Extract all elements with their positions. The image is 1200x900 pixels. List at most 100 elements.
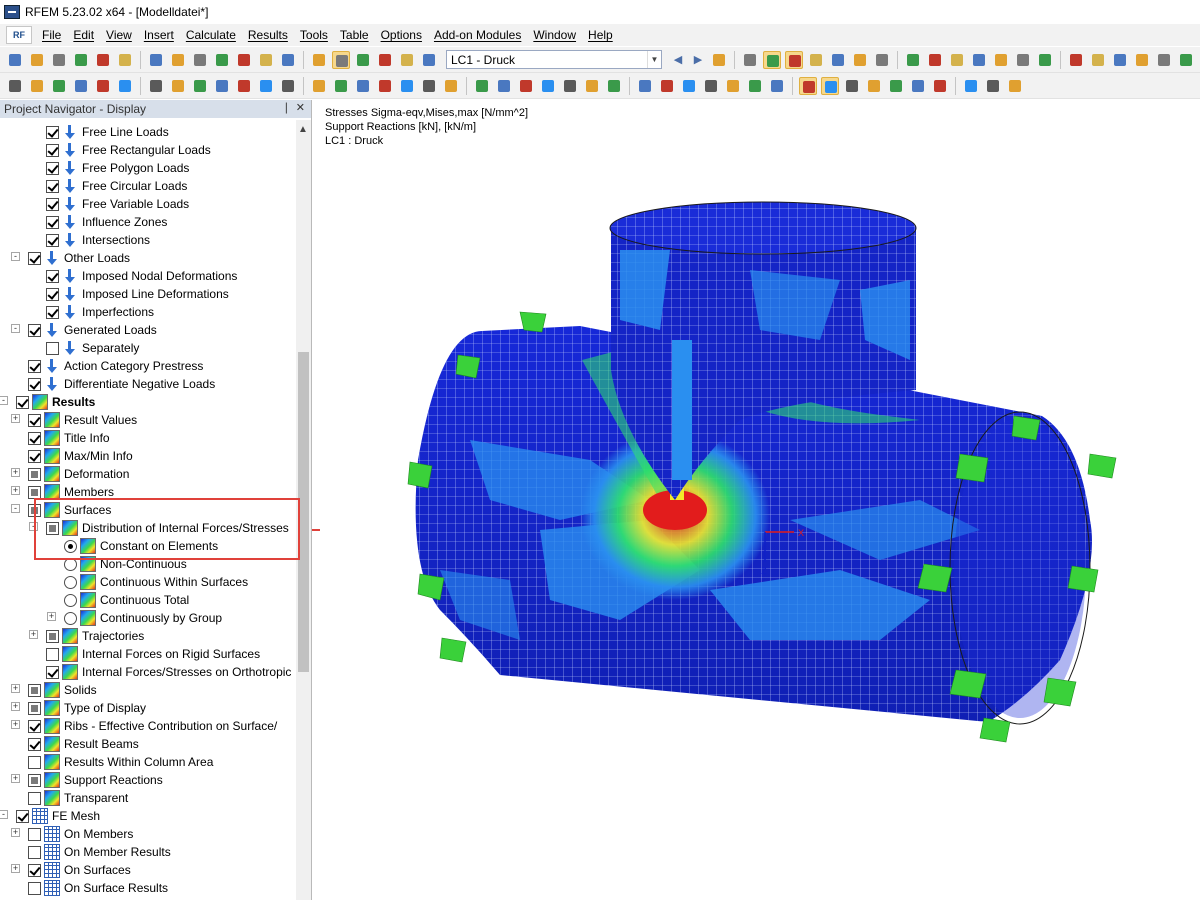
checkbox[interactable] — [28, 359, 41, 373]
toolbar-tool-icon[interactable] — [257, 51, 275, 69]
tree-item-internal-forces-stresses-on-orthotropic[interactable]: Internal Forces/Stresses on Orthotropic — [0, 662, 296, 680]
toolbar-tool-icon[interactable] — [904, 51, 922, 69]
tree-item-solids[interactable]: + Solids — [0, 680, 296, 698]
expand-icon[interactable]: + — [11, 774, 20, 783]
tree-item-continuous-total[interactable]: Continuous Total — [0, 590, 296, 608]
menu-results[interactable]: Results — [242, 28, 294, 42]
toolbar-tool-icon[interactable] — [799, 76, 817, 95]
toolbar-tool-icon[interactable] — [354, 51, 372, 69]
toolbar-tool-icon[interactable] — [279, 77, 297, 95]
toolbar-tool-icon[interactable] — [821, 76, 839, 95]
checkbox[interactable] — [28, 251, 41, 265]
checkbox[interactable] — [28, 791, 41, 805]
tree-item-imposed-line-deformations[interactable]: Imposed Line Deformations — [0, 284, 296, 302]
tree-item-separately[interactable]: Separately — [0, 338, 296, 356]
toolbar-tool-icon[interactable] — [970, 51, 988, 69]
tree-item-other-loads[interactable]: - Other Loads — [0, 248, 296, 266]
toolbar-tool-icon[interactable] — [235, 51, 253, 69]
tree-item-on-surface-results[interactable]: On Surface Results — [0, 878, 296, 896]
checkbox[interactable] — [46, 665, 59, 679]
toolbar-tool-icon[interactable] — [909, 77, 927, 95]
toolbar-tool-icon[interactable] — [376, 51, 394, 69]
toolbar-tool-icon[interactable] — [94, 77, 112, 95]
toolbar-tool-icon[interactable] — [116, 51, 134, 69]
toolbar-tool-icon[interactable] — [398, 51, 416, 69]
expand-icon[interactable]: + — [11, 702, 20, 711]
checkbox[interactable] — [46, 215, 59, 229]
toolbar-tool-icon[interactable] — [420, 51, 438, 69]
tree-item-title-info[interactable]: Title Info — [0, 428, 296, 446]
tree-item-influence-zones[interactable]: Influence Zones — [0, 212, 296, 230]
checkbox[interactable] — [46, 629, 59, 643]
close-icon[interactable]: ✕ — [296, 101, 305, 114]
toolbar-tool-icon[interactable] — [1014, 51, 1032, 69]
checkbox[interactable] — [28, 467, 41, 481]
checkbox[interactable] — [46, 287, 59, 301]
checkbox[interactable] — [28, 485, 41, 499]
tree-item-generated-loads[interactable]: - Generated Loads — [0, 320, 296, 338]
toolbar-tool-icon[interactable] — [539, 77, 557, 95]
loadcase-dropdown[interactable]: LC1 - Druck ▼ — [446, 50, 662, 69]
expand-icon[interactable]: + — [47, 612, 56, 621]
chevron-down-icon[interactable]: ▼ — [647, 51, 661, 68]
toolbar-tool-icon[interactable] — [213, 77, 231, 95]
checkbox[interactable] — [28, 719, 41, 733]
toolbar-tool-icon[interactable] — [763, 50, 781, 69]
toolbar-tool-icon[interactable] — [1111, 51, 1129, 69]
checkbox[interactable] — [28, 773, 41, 787]
toolbar-tool-icon[interactable] — [926, 51, 944, 69]
menu-window[interactable]: Window — [527, 28, 582, 42]
toolbar-tool-icon[interactable] — [1067, 51, 1085, 69]
toolbar-tool-icon[interactable] — [517, 77, 535, 95]
toolbar-tool-icon[interactable] — [843, 77, 861, 95]
checkbox[interactable] — [46, 233, 59, 247]
toolbar-tool-icon[interactable] — [1006, 77, 1024, 95]
toolbar-tool-icon[interactable] — [1089, 51, 1107, 69]
toolbar-tool-icon[interactable] — [169, 51, 187, 69]
toolbar-tool-icon[interactable] — [768, 77, 786, 95]
checkbox[interactable] — [28, 377, 41, 391]
toolbar-tool-icon[interactable] — [169, 77, 187, 95]
checkbox[interactable] — [46, 179, 59, 193]
toolbar-tool-icon[interactable] — [257, 77, 275, 95]
menu-file[interactable]: File — [36, 28, 67, 42]
tree-item-max-min-info[interactable]: Max/Min Info — [0, 446, 296, 464]
toolbar-tool-icon[interactable] — [741, 51, 759, 69]
toolbar-tool-icon[interactable] — [191, 77, 209, 95]
toolbar-tool-icon[interactable] — [887, 77, 905, 95]
tree-item-support-reactions[interactable]: + Support Reactions — [0, 770, 296, 788]
toolbar-tool-icon[interactable] — [746, 77, 764, 95]
tree-item-free-rectangular-loads[interactable]: Free Rectangular Loads — [0, 140, 296, 158]
expand-icon[interactable]: + — [11, 468, 20, 477]
tree-item-deformation[interactable]: + Deformation — [0, 464, 296, 482]
menu-table[interactable]: Table — [334, 28, 375, 42]
tree-item-internal-forces-on-rigid-surfaces[interactable]: Internal Forces on Rigid Surfaces — [0, 644, 296, 662]
toolbar-tool-icon[interactable] — [865, 77, 883, 95]
checkbox[interactable] — [46, 647, 59, 661]
tree-item-ribs-effective-contribution-on-surface[interactable]: + Ribs - Effective Contribution on Surfac… — [0, 716, 296, 734]
toolbar-tool-icon[interactable] — [710, 51, 728, 69]
toolbar-tool-icon[interactable] — [310, 51, 328, 69]
radio-button[interactable] — [64, 575, 77, 589]
expand-icon[interactable]: + — [11, 864, 20, 873]
checkbox[interactable] — [46, 161, 59, 175]
toolbar-tool-icon[interactable] — [147, 77, 165, 95]
model-viewport[interactable]: Stresses Sigma-eqv,Mises,max [N/mm^2] Su… — [320, 100, 1200, 900]
collapse-icon[interactable]: - — [11, 504, 20, 513]
toolbar-tool-icon[interactable] — [948, 51, 966, 69]
prev-loadcase-icon[interactable]: ◀ — [671, 51, 685, 69]
checkbox[interactable] — [28, 863, 41, 877]
collapse-icon[interactable]: - — [0, 810, 8, 819]
menu-insert[interactable]: Insert — [138, 28, 180, 42]
toolbar-tool-icon[interactable] — [1177, 51, 1195, 69]
toolbar-tool-icon[interactable] — [442, 77, 460, 95]
toolbar-tool-icon[interactable] — [873, 51, 891, 69]
next-loadcase-icon[interactable]: ▶ — [691, 51, 705, 69]
pin-icon[interactable]: ❘ — [282, 101, 291, 114]
tree-item-continuous-within-surfaces[interactable]: Continuous Within Surfaces — [0, 572, 296, 590]
toolbar-tool-icon[interactable] — [72, 77, 90, 95]
checkbox[interactable] — [28, 881, 41, 895]
toolbar-tool-icon[interactable] — [28, 77, 46, 95]
toolbar-tool-icon[interactable] — [1155, 51, 1173, 69]
toolbar-tool-icon[interactable] — [94, 51, 112, 69]
